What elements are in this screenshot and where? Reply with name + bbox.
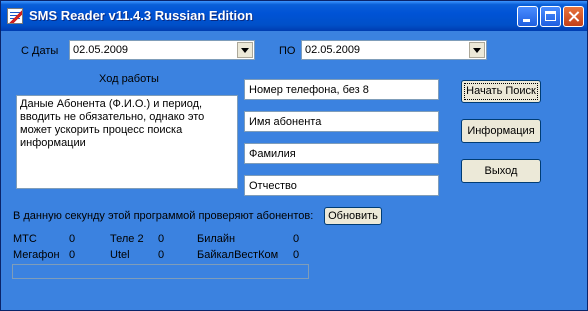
close-button[interactable] (563, 6, 584, 27)
minimize-button[interactable] (517, 6, 538, 27)
surname-input-text: Фамилия (249, 148, 296, 160)
operator-utel-name: Utel (110, 249, 130, 261)
operator-utel-count: 0 (158, 249, 165, 261)
operator-beeline-name: Билайн (197, 233, 236, 245)
from-date-picker[interactable]: 02.05.2009 (69, 40, 255, 60)
info-button[interactable]: Информация (461, 119, 541, 143)
start-search-button[interactable]: Начать Поиск (461, 80, 541, 103)
app-window: SMS Reader v11.4.3 Russian Edition С Дат… (0, 0, 588, 311)
name-input-text: Имя абонента (249, 116, 322, 128)
operator-mts-count: 0 (69, 233, 76, 245)
operator-megafon-count: 0 (69, 249, 76, 261)
operator-tele2-name: Теле 2 (110, 233, 144, 245)
minimize-icon (523, 19, 530, 22)
surname-input[interactable]: Фамилия (244, 143, 439, 164)
to-date-picker[interactable]: 02.05.2009 (301, 40, 487, 60)
operator-baikal-count: 0 (293, 249, 300, 261)
operator-mts-name: МТС (13, 233, 37, 245)
maximize-icon (545, 11, 556, 21)
maximize-button[interactable] (540, 6, 561, 27)
phone-input-text: Номер телефона, без 8 (249, 84, 369, 96)
check-status-text: В данную секунду этой программой проверя… (13, 210, 314, 222)
chevron-down-icon[interactable] (237, 42, 253, 58)
progress-label: Ход работы (99, 73, 159, 85)
app-icon (7, 8, 23, 24)
from-date-label: С Даты (21, 45, 59, 57)
from-date-value: 02.05.2009 (73, 44, 129, 56)
operator-tele2-count: 0 (158, 233, 165, 245)
info-memo[interactable]: Даные Абонента (Ф.И.О.) и период, вводит… (16, 95, 238, 189)
refresh-button[interactable]: Обновить (324, 207, 382, 225)
progress-bar (12, 264, 309, 279)
operator-megafon-name: Мегафон (13, 249, 60, 261)
name-input[interactable]: Имя абонента (244, 111, 439, 132)
close-icon (564, 7, 583, 26)
phone-input[interactable]: Номер телефона, без 8 (244, 79, 439, 100)
patronymic-input-text: Отчество (249, 180, 297, 192)
operator-baikal-name: БайкалВестКом (197, 249, 279, 261)
patronymic-input[interactable]: Отчество (244, 175, 439, 196)
exit-button[interactable]: Выход (461, 159, 541, 183)
window-title: SMS Reader v11.4.3 Russian Edition (29, 8, 253, 23)
title-bar[interactable]: SMS Reader v11.4.3 Russian Edition (1, 1, 587, 31)
to-date-label: ПО (279, 45, 296, 57)
operator-beeline-count: 0 (293, 233, 300, 245)
chevron-down-icon[interactable] (469, 42, 485, 58)
to-date-value: 02.05.2009 (305, 44, 361, 56)
